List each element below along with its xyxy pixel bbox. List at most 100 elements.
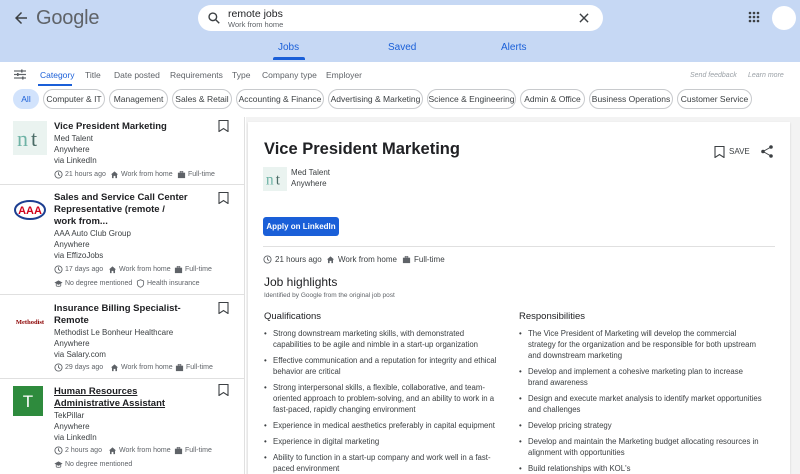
job-title-line-2[interactable]: Representative (remote / <box>54 204 214 216</box>
search-subtitle: Work from home <box>228 20 284 29</box>
job-detail-panel: Vice President Marketing SAVE n t Med Ta… <box>248 122 790 474</box>
detail-remote: Work from home <box>338 255 397 264</box>
search-box[interactable]: remote jobs Work from home <box>198 5 603 31</box>
bookmark-icon[interactable] <box>218 384 229 396</box>
bookmark-icon[interactable] <box>218 192 229 204</box>
qualifications-heading: Qualifications <box>264 311 322 322</box>
chip-advertising-marketing[interactable]: Advertising & Marketing <box>328 89 423 109</box>
employment-type: Full-time <box>185 447 212 454</box>
home-icon <box>108 447 117 455</box>
job-card[interactable]: n t Vice President Marketing Med Talent … <box>0 117 244 185</box>
list-item: Develop pricing strategy <box>519 420 764 431</box>
briefcase-icon <box>175 363 184 372</box>
learn-more-link[interactable]: Learn more <box>748 72 784 79</box>
apps-grid-icon[interactable] <box>748 11 760 23</box>
tab-alerts[interactable]: Alerts <box>501 42 527 53</box>
clock-icon <box>54 446 63 455</box>
employment-type: Full-time <box>186 364 213 371</box>
tab-saved[interactable]: Saved <box>388 42 416 53</box>
job-highlights-note: Identified by Google from the original j… <box>264 292 395 299</box>
chip-business-operations[interactable]: Business Operations <box>589 89 673 109</box>
list-item: Develop and implement a cohesive marketi… <box>519 366 764 388</box>
list-item: Design and execute market analysis to id… <box>519 393 764 415</box>
degree-requirement: No degree mentioned <box>65 461 133 468</box>
job-title-line-2[interactable]: Administrative Assistant <box>54 398 214 410</box>
degree-requirement: No degree mentioned <box>65 280 133 287</box>
work-from-home: Work from home <box>119 447 171 454</box>
bookmark-icon[interactable] <box>218 120 229 132</box>
close-icon[interactable] <box>577 11 591 25</box>
tune-icon[interactable] <box>14 69 26 80</box>
job-title-line-1[interactable]: Insurance Billing Specialist- <box>54 303 214 315</box>
job-title-line-3[interactable]: work from... <box>54 216 214 228</box>
chip-accounting-finance[interactable]: Accounting & Finance <box>236 89 324 109</box>
job-card[interactable]: Methodist Insurance Billing Specialist- … <box>0 295 244 379</box>
detail-type: Full-time <box>414 255 445 264</box>
chip-admin-office[interactable]: Admin & Office <box>520 89 585 109</box>
filter-title[interactable]: Title <box>85 70 101 80</box>
job-title-line-1[interactable]: Human Resources <box>54 386 214 398</box>
job-company: TekPillar <box>54 411 85 420</box>
chip-computer-it[interactable]: Computer & IT <box>43 89 105 109</box>
job-source: via LinkedIn <box>54 156 97 165</box>
list-item: Experience in medical aesthetics prefera… <box>264 420 504 431</box>
apply-button[interactable]: Apply on LinkedIn <box>263 217 339 236</box>
filter-category[interactable]: Category <box>40 70 75 80</box>
search-query[interactable]: remote jobs <box>228 8 283 20</box>
clock-icon <box>54 170 63 179</box>
filter-date-posted[interactable]: Date posted <box>114 70 160 80</box>
employment-type: Full-time <box>188 171 215 178</box>
aaa-logo: AAA <box>13 193 47 227</box>
job-card[interactable]: T Human Resources Administrative Assista… <box>0 379 244 474</box>
posted-time: 17 days ago <box>65 266 104 273</box>
share-icon[interactable] <box>761 145 773 158</box>
detail-company: Med Talent <box>291 168 330 177</box>
job-title-line-1[interactable]: Sales and Service Call Center <box>54 192 214 204</box>
svg-text:T: T <box>23 392 33 411</box>
google-logo[interactable]: Google <box>36 7 99 30</box>
list-item: Build relationships with KOL's <box>519 463 764 474</box>
filter-bar: Category Title Date posted Requirements … <box>0 62 800 86</box>
header: Google remote jobs Work from home Jobs S… <box>0 0 800 62</box>
posted-time: 21 hours ago <box>65 171 106 178</box>
bookmark-icon[interactable] <box>218 302 229 314</box>
med-talent-logo: n t <box>263 167 287 191</box>
filter-company-type[interactable]: Company type <box>262 70 317 80</box>
job-company: Methodist Le Bonheur Healthcare <box>54 328 174 337</box>
svg-text:t: t <box>276 172 281 189</box>
svg-text:Methodist: Methodist <box>16 319 45 326</box>
back-arrow-icon[interactable] <box>12 9 30 27</box>
med-talent-logo: n t <box>13 121 47 155</box>
job-highlights-heading: Job highlights <box>264 275 338 289</box>
employment-type: Full-time <box>185 266 212 273</box>
work-from-home: Work from home <box>121 171 173 178</box>
filter-requirements[interactable]: Requirements <box>170 70 223 80</box>
filter-employer[interactable]: Employer <box>326 70 362 80</box>
svg-text:n: n <box>266 172 274 189</box>
chip-management[interactable]: Management <box>109 89 168 109</box>
list-item: The Vice President of Marketing will dev… <box>519 328 764 361</box>
job-card[interactable]: AAA Sales and Service Call Center Repres… <box>0 185 244 295</box>
chip-customer-service[interactable]: Customer Service <box>677 89 752 109</box>
job-title[interactable]: Vice President Marketing <box>54 121 214 133</box>
graduation-cap-icon <box>54 461 63 468</box>
chip-science-engineering[interactable]: Science & Engineering <box>427 89 516 109</box>
job-company: AAA Auto Club Group <box>54 229 131 238</box>
chip-all[interactable]: All <box>13 89 39 109</box>
home-icon <box>110 364 119 372</box>
list-item: Strong interpersonal skills, a flexible,… <box>264 382 504 415</box>
tekpillar-logo: T <box>13 386 43 416</box>
job-location: Anywhere <box>54 145 90 154</box>
save-button[interactable]: SAVE <box>729 147 750 156</box>
chip-sales-retail[interactable]: Sales & Retail <box>172 89 232 109</box>
benefit: Health insurance <box>147 280 200 287</box>
send-feedback-link[interactable]: Send feedback <box>690 72 737 79</box>
bookmark-icon[interactable] <box>714 146 725 158</box>
job-title-line-2[interactable]: Remote <box>54 315 214 327</box>
clock-icon <box>263 255 272 264</box>
qualifications-list: Strong downstream marketing skills, with… <box>264 328 504 474</box>
tab-jobs[interactable]: Jobs <box>278 42 299 53</box>
avatar[interactable] <box>772 6 796 30</box>
filter-type[interactable]: Type <box>232 70 250 80</box>
job-source: via EffizoJobs <box>54 251 104 260</box>
